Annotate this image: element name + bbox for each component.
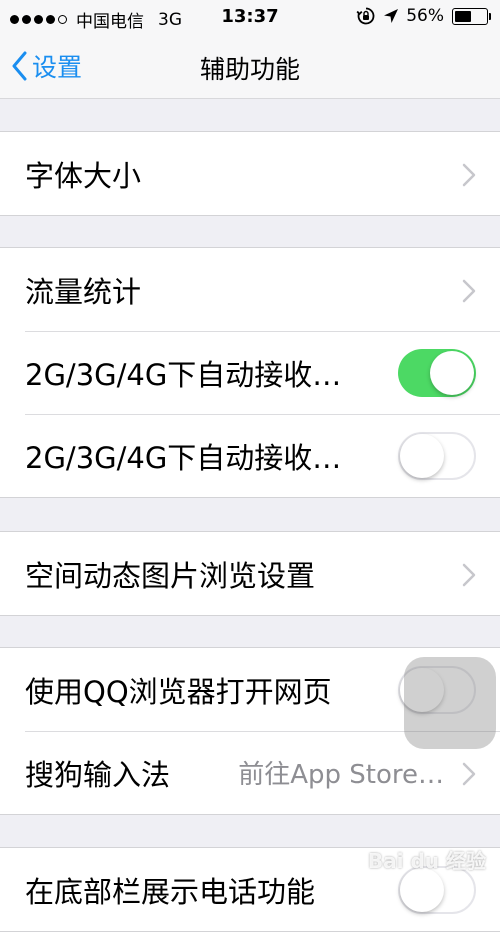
rotation-lock-icon [356,6,376,26]
row-label: 2G/3G/4G下自动接收… [25,357,342,392]
toggle-knob [430,351,474,395]
chevron-right-icon [462,163,476,187]
row-auto-receive-2: 2G/3G/4G下自动接收… [0,414,500,497]
toggle-knob [400,868,444,912]
auto-receive-toggle-1[interactable] [398,349,476,397]
watermark: Bai du 经验 [367,849,486,873]
settings-group-space: 空间动态图片浏览设置 [0,531,500,616]
page-title: 辅助功能 [199,55,300,84]
navigation-bar: 设置 辅助功能 [0,34,500,99]
status-right: 56% [350,6,491,26]
row-label: 使用QQ浏览器打开网页 [25,674,332,709]
settings-group-data: 流量统计 2G/3G/4G下自动接收… 2G/3G/4G下自动接收… [0,247,500,498]
row-label: 字体大小 [25,158,142,193]
row-label: 在底部栏展示电话功能 [25,874,316,909]
battery-icon [452,7,491,25]
row-label: 搜狗输入法 [25,757,171,792]
battery-fill [455,10,471,22]
row-space-image-settings[interactable]: 空间动态图片浏览设置 [0,532,500,615]
auto-receive-toggle-2[interactable] [398,432,476,480]
chevron-right-icon [462,563,476,587]
status-bar: 中国电信 3G 13:37 56% [0,0,500,34]
row-label: 流量统计 [25,274,142,309]
assistive-touch-button[interactable] [404,657,496,749]
location-arrow-icon [382,7,400,25]
row-font-size[interactable]: 字体大小 [0,132,500,215]
chevron-right-icon [462,762,476,786]
chevron-right-icon [462,279,476,303]
toggle-knob [400,434,444,478]
row-auto-receive-1: 2G/3G/4G下自动接收… [0,331,500,414]
row-traffic-stats[interactable]: 流量统计 [0,248,500,331]
settings-group-font: 字体大小 [0,131,500,216]
row-label: 2G/3G/4G下自动接收… [25,440,342,475]
row-detail: 前往App Store… [238,760,444,790]
battery-percent: 56% [406,6,444,26]
row-label: 空间动态图片浏览设置 [25,558,316,593]
